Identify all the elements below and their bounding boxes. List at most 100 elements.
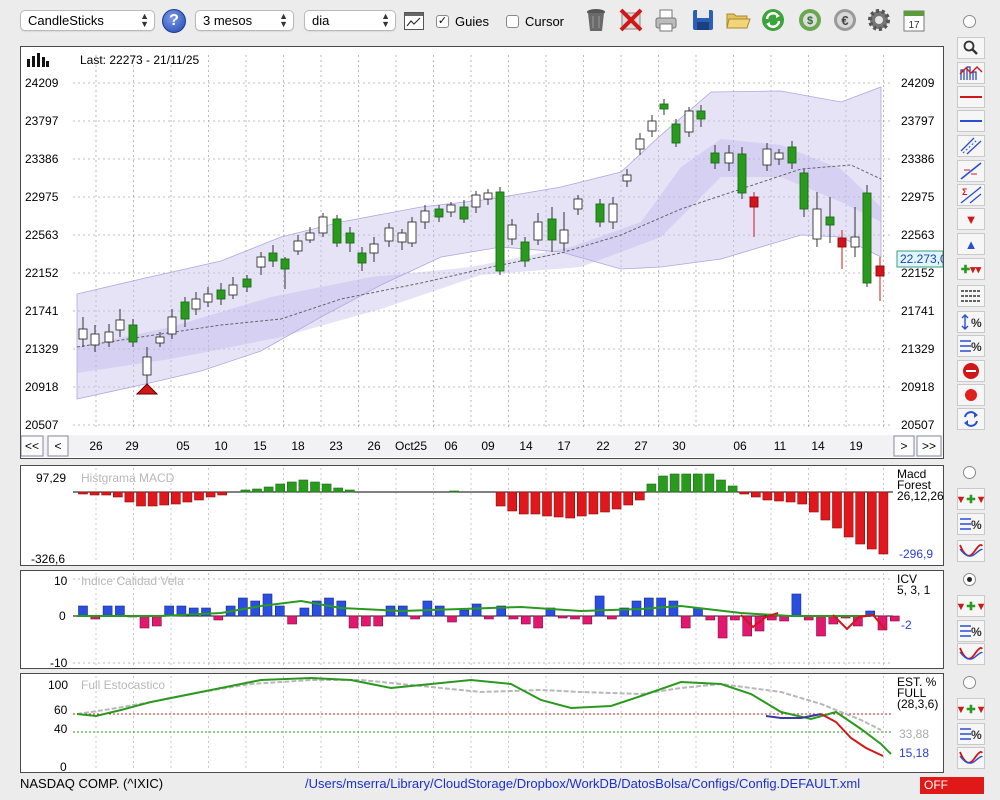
swap-button[interactable]	[957, 408, 985, 430]
chart-window-button[interactable]	[404, 12, 424, 30]
chevron-updown-icon: ▲ ▼	[140, 11, 149, 29]
horizontal-blue-line-button[interactable]	[957, 110, 985, 132]
icv-bar	[410, 615, 420, 620]
icv-panel-title: Indice Calidad Vela	[81, 574, 184, 588]
stoch-panel-radio[interactable]	[963, 676, 976, 689]
svg-text:%: %	[971, 518, 982, 532]
trash-button[interactable]	[583, 7, 609, 33]
candle-body	[128, 324, 138, 343]
trendline-icon	[960, 162, 982, 180]
price-chart-panel[interactable]: 24209 24209 23797 23797 23386 23386 22975 22975…	[20, 46, 944, 459]
period-select[interactable]: 3 mesos ▲ ▼	[195, 10, 294, 31]
stop-button[interactable]	[957, 360, 985, 382]
macd-panel-title: Histgrama MACD	[81, 471, 175, 485]
print-button[interactable]	[653, 7, 679, 33]
check-icon: ✓	[437, 15, 448, 27]
x-axis-label: 09	[481, 439, 495, 453]
refresh-button[interactable]	[760, 7, 786, 33]
euro-icon: €	[834, 9, 856, 31]
status-badge[interactable]: OFF	[920, 777, 984, 794]
open-folder-button[interactable]	[725, 7, 751, 33]
icv-bar	[570, 615, 580, 620]
guides-checkbox[interactable]: ✓	[436, 15, 449, 28]
candle-body	[622, 174, 632, 182]
icv-side-value: -2	[901, 618, 912, 632]
indicator-icon	[959, 66, 983, 80]
icv-bar	[607, 615, 617, 620]
icv-panel-radio[interactable]	[963, 573, 976, 586]
stoch-panel[interactable]: Full Estocastico 100 60 40 0 EST. % FULL…	[20, 673, 944, 774]
histogram-bar	[716, 479, 726, 493]
stoch-curve-button[interactable]	[957, 747, 985, 769]
nav-prev-button-label: <	[54, 439, 61, 453]
stoch-value-fast: 15,18	[899, 746, 930, 760]
histogram-bar	[588, 491, 599, 515]
fibonacci-button[interactable]: Σ	[957, 184, 985, 206]
candle-body	[595, 203, 605, 223]
record-button[interactable]	[957, 384, 985, 406]
price-chart[interactable]: 24209 24209 23797 23797 23386 23386 22975 22975…	[21, 47, 943, 458]
grid-lines-button[interactable]	[957, 285, 985, 307]
cursor-checkbox[interactable]	[506, 15, 519, 28]
channel-button[interactable]	[957, 135, 985, 157]
delete-button[interactable]	[618, 7, 644, 33]
bars-icon	[27, 53, 49, 67]
histogram-bar	[194, 491, 204, 501]
histogram-bar	[692, 473, 703, 493]
macd-curve-button[interactable]	[957, 540, 985, 562]
icv-signals-button[interactable]: ▼✚▼	[956, 595, 987, 617]
icv-bar	[643, 597, 654, 617]
macd-signals-button[interactable]: ▼✚▼	[956, 488, 987, 510]
candle-body	[737, 153, 747, 194]
percent-lines-icon: %	[960, 728, 982, 742]
macd-percent-button[interactable]: %	[957, 513, 985, 535]
macd-panel[interactable]: Histgrama MACD 97,29 -326,6 Macd Forest …	[20, 465, 944, 566]
nav-first-button-label: <<	[25, 439, 39, 453]
main-chart-radio[interactable]	[963, 15, 976, 28]
candle-body	[384, 227, 394, 242]
percent-lines-icon: %	[960, 340, 982, 354]
settings-button[interactable]	[866, 7, 892, 33]
calendar-button[interactable]: 17	[901, 7, 927, 33]
chart-type-select[interactable]: CandleSticks ▲ ▼	[20, 10, 155, 31]
add-indicator-button[interactable]: ✚▾▾	[957, 258, 985, 280]
percent-lines-button[interactable]: %	[957, 335, 985, 357]
swap-icon	[964, 411, 978, 427]
histogram-bar	[623, 491, 634, 506]
interval-select[interactable]: dia ▲ ▼	[304, 10, 396, 31]
stoch-y-100: 100	[48, 678, 69, 692]
candle-body	[256, 256, 266, 268]
histogram-bar	[113, 491, 123, 498]
help-button[interactable]: ?	[162, 9, 186, 33]
buy-arrow-button[interactable]: ▲	[957, 233, 985, 255]
candle-body	[875, 265, 885, 277]
euro-button[interactable]: €	[832, 7, 858, 33]
icv-panel[interactable]: Indice Calidad Vela 10 0 -10 ICV 5, 3, 1…	[20, 570, 944, 670]
indicator-button[interactable]	[957, 62, 985, 84]
histogram-bar	[205, 491, 216, 498]
stoch-y-0: 0	[60, 760, 67, 774]
x-axis-label: 30	[672, 439, 686, 453]
icv-bar	[508, 615, 519, 620]
histogram-bar	[344, 489, 355, 493]
candle-body	[268, 252, 278, 262]
print-icon	[655, 9, 677, 32]
macd-panel-radio[interactable]	[963, 466, 976, 479]
trendline-button[interactable]	[957, 160, 985, 182]
horizontal-red-line-button[interactable]	[957, 86, 985, 108]
percent-scale-button[interactable]: %	[957, 311, 985, 333]
stoch-percent-button[interactable]: %	[957, 723, 985, 745]
icv-bar	[459, 609, 470, 617]
icv-percent-button[interactable]: %	[957, 620, 985, 642]
icv-curve-button[interactable]	[957, 643, 985, 665]
save-button[interactable]	[690, 7, 716, 33]
candle-body	[305, 232, 315, 241]
stoch-signals-button[interactable]: ▼✚▼	[956, 698, 987, 720]
icv-bar	[299, 607, 310, 617]
reload-dollar-button[interactable]: $	[797, 7, 823, 33]
nav-next-button-label: >	[900, 439, 907, 453]
curve-icon	[959, 543, 983, 557]
symbol-label: NASDAQ COMP. (^IXIC)	[20, 776, 164, 791]
sell-arrow-button[interactable]: ▼	[957, 208, 985, 230]
zoom-button[interactable]	[957, 37, 985, 59]
